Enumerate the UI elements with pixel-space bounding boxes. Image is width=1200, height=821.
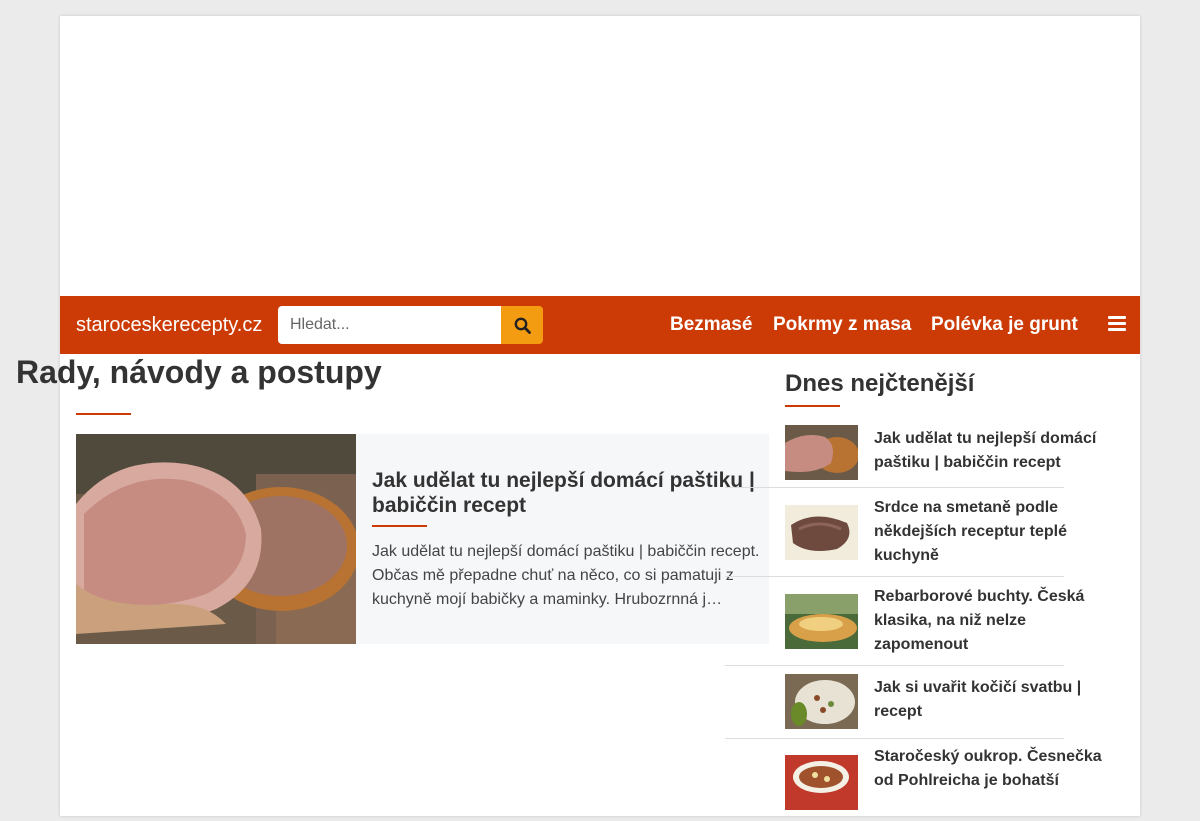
sidebar-divider [725,576,1064,577]
sidebar-item-rebarborove-buchty[interactable]: Rebarborové buchty. Česká klasika, na ni… [785,583,1124,659]
nav-link-bezmase[interactable]: Bezmasé [670,314,752,336]
article-title-link[interactable]: Jak udělat tu nejlepší domácí paštiku | … [372,468,762,518]
sidebar-divider [725,665,1064,666]
ad-banner-area [60,16,1140,296]
article-excerpt: Jak udělat tu nejlepší domácí paštiku | … [372,543,760,608]
article-card: Jak udělat tu nejlepší domácí paštiku | … [76,434,769,644]
sidebar-thumb-oukrop [785,755,858,810]
sidebar-item-oukrop[interactable]: Staročeský oukrop. Česnečka od Pohlreich… [785,745,1124,821]
sidebar-item-title[interactable]: Jak si uvařit kočičí svatbu | recept [874,676,1114,724]
sidebar-item-srdce[interactable]: Srdce na smetaně podle někdejších recept… [785,494,1124,570]
sidebar-title-underline [785,405,840,407]
sidebar-item-title[interactable]: Jak udělat tu nejlepší domácí paštiku | … [874,427,1114,475]
sidebar-thumb-buchty [785,594,858,649]
sidebar-divider [725,738,1064,739]
search-input[interactable] [278,306,501,344]
article-title-underline [372,525,427,527]
hamburger-icon[interactable] [1108,316,1126,332]
sidebar-thumb-kocici-svatba [785,674,858,729]
sidebar-item-pastika[interactable]: Jak udělat tu nejlepší domácí paštiku | … [785,425,1124,481]
sidebar-item-title[interactable]: Rebarborové buchty. Česká klasika, na ni… [874,585,1114,657]
nav-link-pokrmy-z-masa[interactable]: Pokrmy z masa [773,314,911,336]
sidebar-divider [725,487,1064,488]
site-brand-link[interactable]: staroceskerecepty.cz [76,314,262,337]
sidebar-item-title[interactable]: Srdce na smetaně podle někdejších recept… [874,496,1114,568]
search-icon [514,317,531,334]
nav-link-polevka-je-grunt[interactable]: Polévka je grunt [931,314,1078,336]
sidebar-item-kocici-svatba[interactable]: Jak si uvařit kočičí svatbu | recept [785,674,1124,730]
pastika-photo [76,434,356,644]
sidebar-thumb-pastika [785,425,858,480]
sidebar-title: Dnes nejčtenější [785,370,975,397]
page-title: Rady, návody a postupy [16,354,382,390]
title-underline [76,413,131,415]
search-button[interactable] [501,306,543,344]
article-image-pastika[interactable] [76,434,356,644]
sidebar-thumb-srdce [785,505,858,560]
sidebar-item-title[interactable]: Staročeský oukrop. Česnečka od Pohlreich… [874,745,1114,793]
main-navbar: staroceskerecepty.cz Bezmasé Pokrmy z ma… [60,296,1140,354]
